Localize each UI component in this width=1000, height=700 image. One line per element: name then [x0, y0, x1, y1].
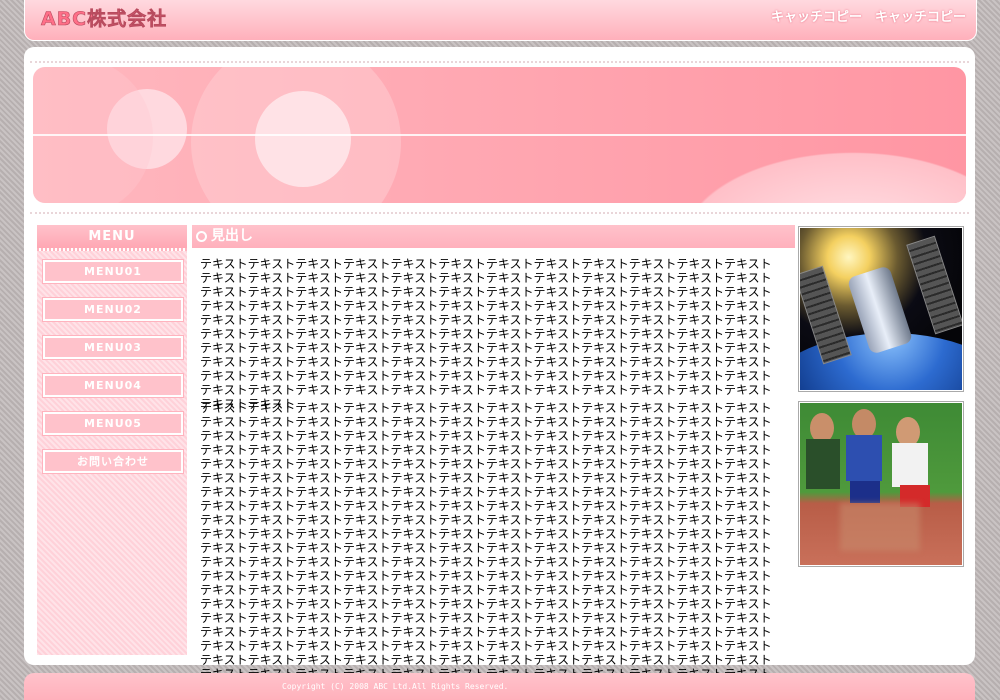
body-paragraph-2: テキストテキストテキストテキストテキストテキストテキストテキストテキストテキスト…	[200, 401, 772, 695]
menu-item-01[interactable]: MENU01	[43, 260, 183, 283]
menu-item-05[interactable]: MENU05	[43, 412, 183, 435]
menu-title: MENU	[37, 225, 187, 248]
site-header: ABC株式会社 キャッチコピー キャッチコピー	[24, 0, 977, 41]
site-footer: Copyright (C) 2008 ABC Ltd.All Rights Re…	[24, 673, 975, 700]
sidebar: MENU MENU01 MENU02 MENU03 MENU04 MENU05 …	[37, 225, 187, 655]
company-logo[interactable]: ABC株式会社	[41, 4, 167, 31]
section-heading: 見出し	[192, 225, 795, 248]
main-panel: MENU MENU01 MENU02 MENU03 MENU04 MENU05 …	[24, 47, 975, 695]
menu-item-04[interactable]: MENU04	[43, 374, 183, 397]
body-paragraph-1: テキストテキストテキストテキストテキストテキストテキストテキストテキストテキスト…	[200, 257, 772, 411]
copyright-text: Copyright (C) 2008 ABC Ltd.All Rights Re…	[282, 682, 509, 691]
menu-item-03[interactable]: MENU03	[43, 336, 183, 359]
photo-satellite	[798, 226, 964, 392]
bullet-circle-icon	[196, 231, 207, 242]
menu-item-02[interactable]: MENU02	[43, 298, 183, 321]
catchcopy: キャッチコピー キャッチコピー	[770, 10, 966, 25]
section-heading-text: 見出し	[211, 228, 253, 244]
divider-top	[30, 61, 969, 63]
divider-middle	[30, 212, 969, 214]
hero-banner	[33, 67, 966, 203]
photo-runners	[798, 401, 964, 567]
menu-item-contact[interactable]: お問い合わせ	[43, 450, 183, 473]
